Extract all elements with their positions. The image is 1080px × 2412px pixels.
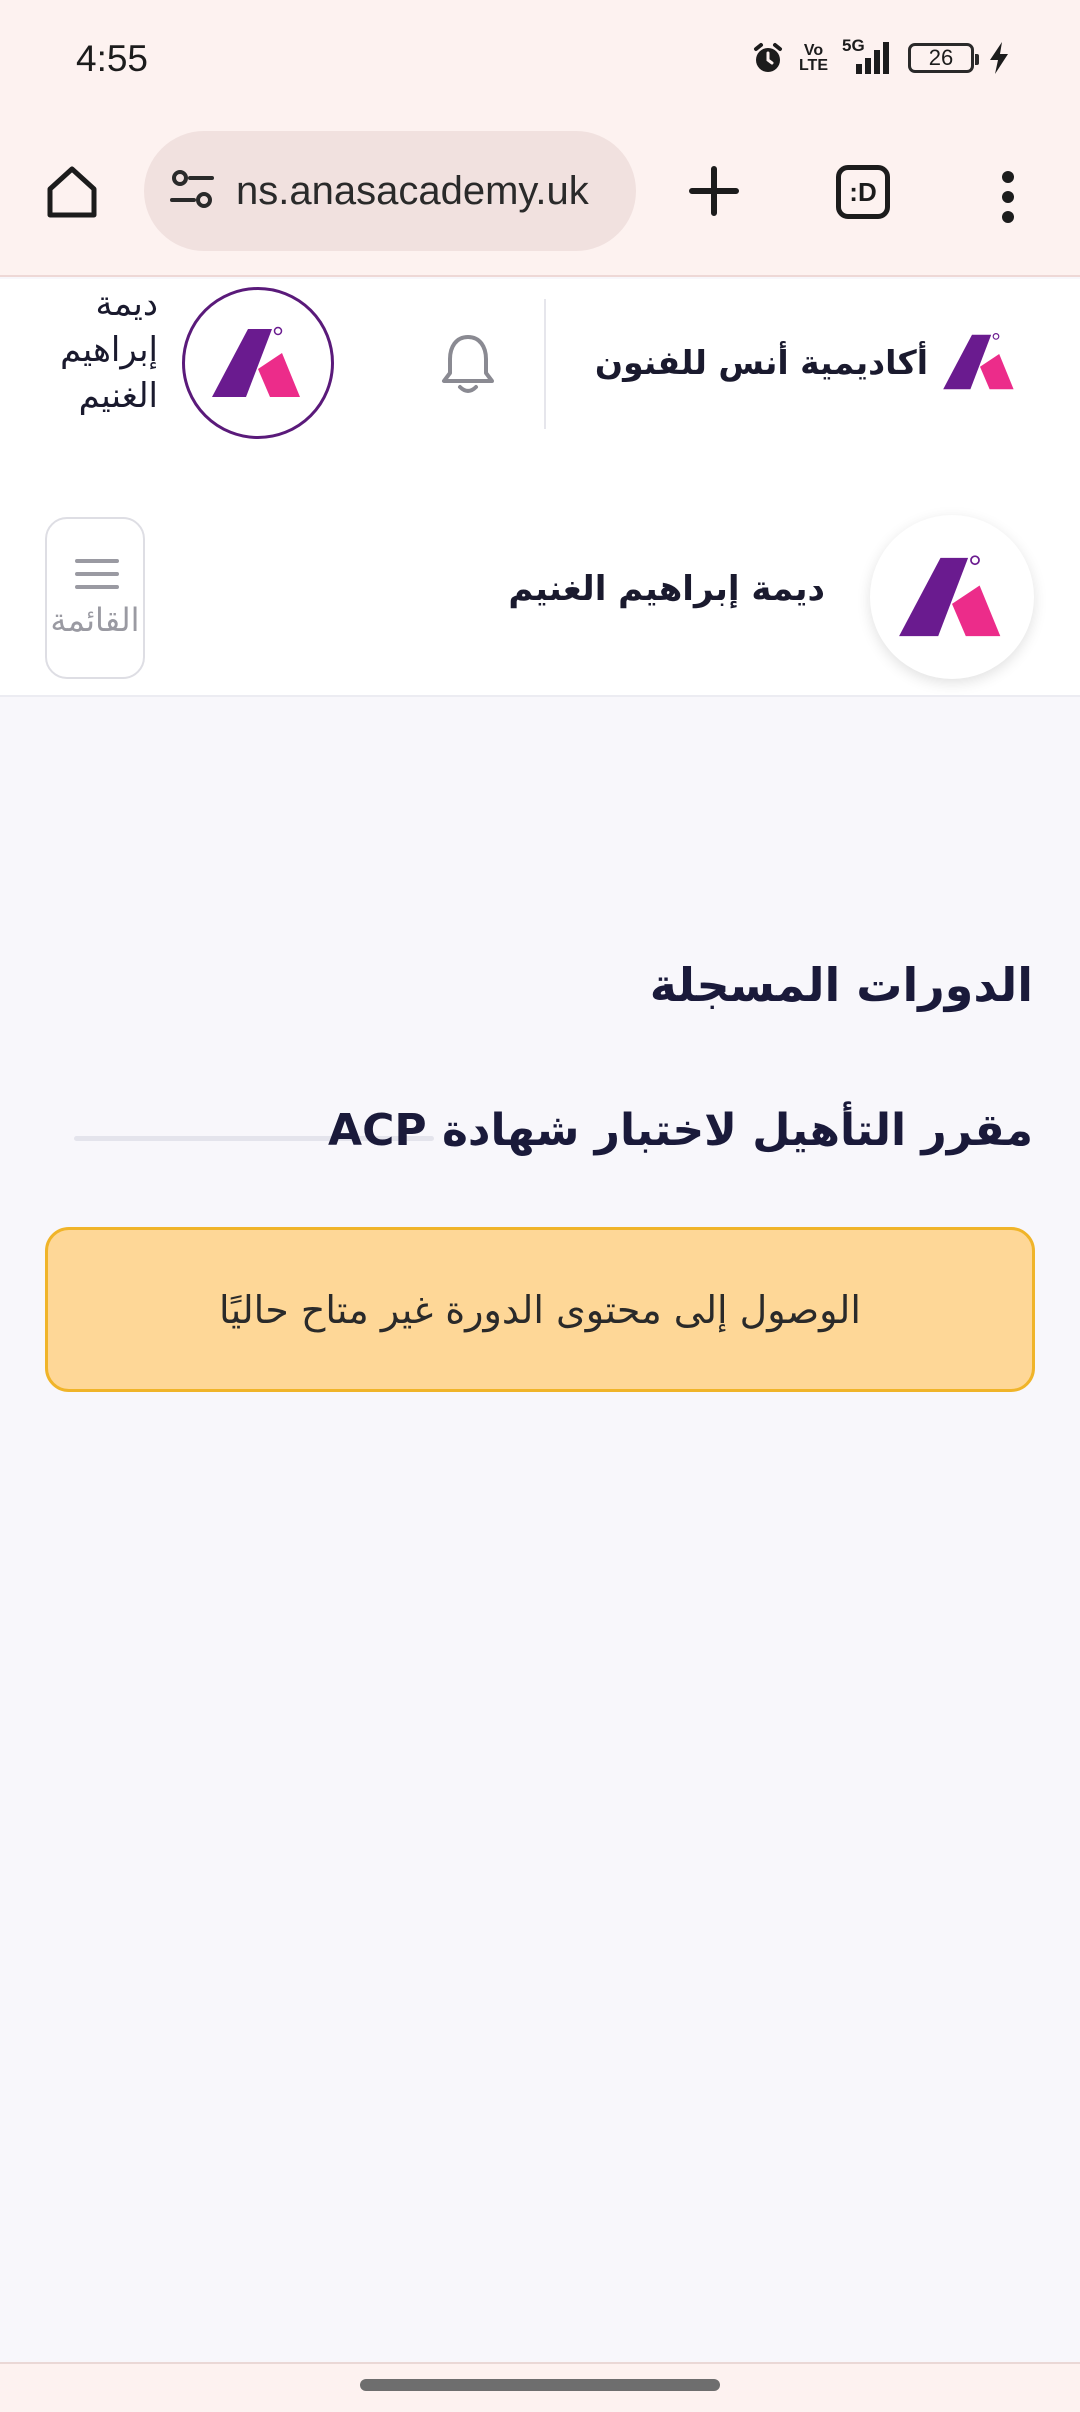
network-label: 5G <box>842 36 865 55</box>
new-tab-button[interactable] <box>678 155 750 227</box>
home-button[interactable] <box>36 155 108 227</box>
course-title[interactable]: مقرر التأهيل لاختبار شهادة ACP <box>328 1105 1033 1156</box>
profile-name: ديمة إبراهيم الغنيم <box>508 569 825 609</box>
header-user-name[interactable]: ديمة إبراهيم الغنيم <box>14 281 158 419</box>
menu-button[interactable]: القائمة <box>45 517 145 679</box>
signal-5g-icon: 5G <box>842 36 894 76</box>
battery-level: 26 <box>928 45 954 70</box>
profile-bar: القائمة ديمة إبراهيم الغنيم <box>0 451 1080 697</box>
url-text: ns.anasacademy.uk <box>236 169 589 213</box>
academy-logo-icon <box>943 333 1014 390</box>
course-item[interactable]: مقرر التأهيل لاختبار شهادة ACP <box>74 1105 1033 1171</box>
site-header: أكاديمية أنس للفنون ديمة إبراهيم الغنيم <box>0 279 1080 451</box>
status-icons: Vo LTE 5G 26 <box>751 36 1010 76</box>
volte-line2: LTE <box>798 57 828 74</box>
new-tab-icon <box>689 166 739 216</box>
status-bar: 4:55 Vo LTE 5G 26 <box>0 0 1080 125</box>
address-bar[interactable]: ns.anasacademy.uk <box>144 131 636 251</box>
hamburger-icon <box>75 559 119 589</box>
profile-avatar <box>870 515 1034 679</box>
volte-icon: Vo LTE <box>798 43 828 74</box>
brand-link[interactable]: أكاديمية أنس للفنون <box>595 329 1020 395</box>
browser-toolbar: ns.anasacademy.uk :D <box>0 125 1080 277</box>
enrolled-courses-title: الدورات المسجلة <box>649 958 1033 1012</box>
brand-name: أكاديمية أنس للفنون <box>594 342 928 382</box>
course-access-alert: الوصول إلى محتوى الدورة غير متاح حاليًا <box>45 1227 1035 1392</box>
charging-icon <box>988 41 1010 75</box>
bell-icon <box>442 335 494 393</box>
header-divider <box>544 299 546 429</box>
user-avatar-icon[interactable] <box>182 287 334 439</box>
more-options-icon[interactable] <box>984 161 1032 233</box>
alert-text: الوصول إلى محتوى الدورة غير متاح حاليًا <box>219 1287 861 1332</box>
alarm-icon <box>751 41 785 75</box>
notifications-button[interactable] <box>436 329 500 399</box>
academy-logo-icon <box>899 555 1001 637</box>
battery-icon: 26 <box>908 43 979 73</box>
home-icon <box>47 166 97 218</box>
site-settings-icon[interactable] <box>168 165 218 219</box>
gesture-handle[interactable] <box>360 2379 720 2391</box>
tab-switcher-label: :D <box>849 176 877 207</box>
status-time: 4:55 <box>76 38 149 79</box>
menu-label: القائمة <box>50 601 140 639</box>
tab-switcher-icon[interactable]: :D <box>836 165 890 219</box>
